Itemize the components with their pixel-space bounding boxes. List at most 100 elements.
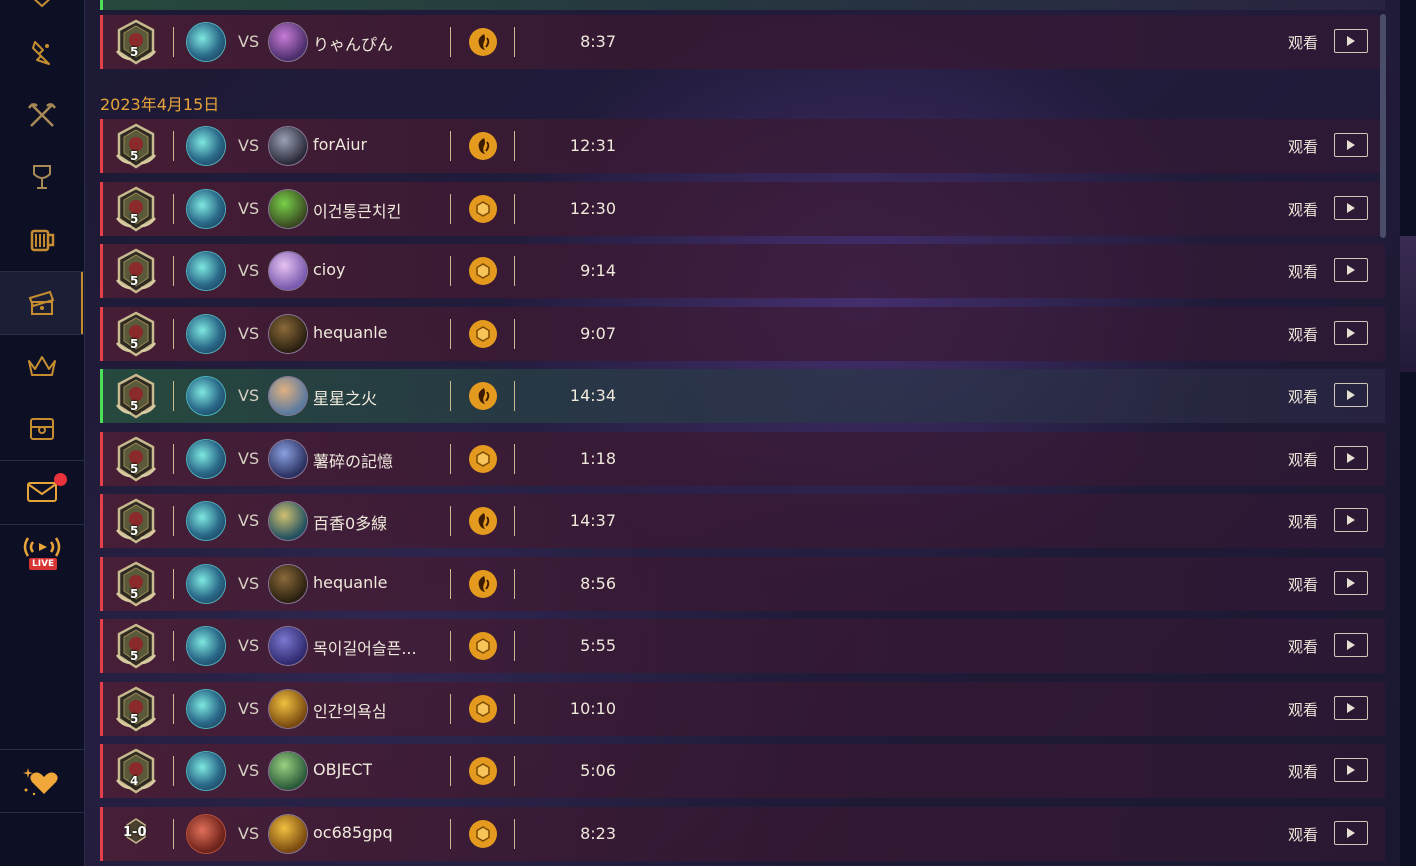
play-button[interactable] <box>1334 821 1368 845</box>
match-duration: 10:10 <box>569 699 616 718</box>
opponent-hero-avatar <box>269 627 307 665</box>
watch-button[interactable]: 观看 <box>1288 386 1318 407</box>
match-row[interactable]: 5 VS 薯碎の記憶 1:18 观看 <box>100 432 1385 486</box>
divider <box>514 631 515 661</box>
watch-button[interactable]: 观看 <box>1288 324 1318 345</box>
replay-ticket-icon <box>28 290 54 315</box>
watch-button[interactable]: 观看 <box>1288 199 1318 220</box>
play-button[interactable] <box>1334 196 1368 220</box>
divider <box>514 194 515 224</box>
play-icon <box>1347 265 1355 275</box>
play-button[interactable] <box>1334 446 1368 470</box>
opponent-name: OBJECT <box>313 760 373 779</box>
divider <box>173 27 174 57</box>
game-mode-badge <box>469 632 497 660</box>
match-row[interactable]: 4 VS OBJECT 5:06 观看 <box>100 744 1385 798</box>
watch-button[interactable]: 观看 <box>1288 511 1318 532</box>
standard-mode-icon <box>476 763 490 779</box>
sidebar-item-live[interactable]: LIVE <box>0 518 83 580</box>
opponent-name: 인간의욕심 <box>313 702 387 721</box>
watch-button[interactable]: 观看 <box>1288 761 1318 782</box>
divider <box>173 819 174 849</box>
match-row[interactable]: 5 VS hequanle 8:56 观看 <box>100 557 1385 611</box>
divider <box>450 631 451 661</box>
sidebar-item-arena[interactable] <box>0 146 83 208</box>
match-duration: 9:07 <box>580 324 616 343</box>
sidebar-item-leaderboard[interactable] <box>0 335 83 397</box>
play-icon <box>1347 640 1355 650</box>
watch-button[interactable]: 观看 <box>1288 699 1318 720</box>
partial-row <box>100 0 1385 10</box>
play-button[interactable] <box>1334 571 1368 595</box>
game-mode-badge <box>469 382 497 410</box>
sidebar-item-replays[interactable] <box>0 272 83 334</box>
vs-label: VS <box>238 449 260 468</box>
replay-list: 5 VS りゃんぴん 8:37 观看 2023年4月15日 5 VS forAiur 12:3… <box>100 0 1385 866</box>
wild-mode-icon <box>478 513 490 529</box>
watch-button[interactable]: 观看 <box>1288 574 1318 595</box>
match-row[interactable]: 1-0 VS oc685gpq 8:23 观看 <box>100 807 1385 861</box>
play-button[interactable] <box>1334 758 1368 782</box>
match-row[interactable]: 5 VS forAiur 12:31 观看 <box>100 119 1385 173</box>
wild-mode-icon <box>478 138 490 154</box>
divider <box>173 194 174 224</box>
vs-label: VS <box>238 574 260 593</box>
divider <box>514 506 515 536</box>
play-button[interactable] <box>1334 258 1368 282</box>
opponent-hero-avatar <box>269 565 307 603</box>
match-duration: 8:37 <box>580 32 616 51</box>
vs-label: VS <box>238 761 260 780</box>
divider <box>450 569 451 599</box>
match-row[interactable]: 5 VS 이건통큰치킨 12:30 观看 <box>100 182 1385 236</box>
play-button[interactable] <box>1334 696 1368 720</box>
watch-button[interactable]: 观看 <box>1288 261 1318 282</box>
sidebar-item-rank[interactable] <box>0 0 83 22</box>
opponent-hero-avatar <box>269 190 307 228</box>
opponent-name: 이건통큰치킨 <box>313 202 402 221</box>
sidebar-item-rewards[interactable] <box>0 397 83 459</box>
play-button[interactable] <box>1334 321 1368 345</box>
watch-button[interactable]: 观看 <box>1288 32 1318 53</box>
rank-number: 5 <box>130 212 139 226</box>
play-button[interactable] <box>1334 133 1368 157</box>
game-mode-badge <box>469 445 497 473</box>
divider <box>514 131 515 161</box>
watch-button[interactable]: 观看 <box>1288 136 1318 157</box>
match-row[interactable]: 5 VS 인간의욕심 10:10 观看 <box>100 682 1385 736</box>
right-panel-thumb[interactable] <box>1400 236 1416 372</box>
match-row[interactable]: 5 VS 百香0多線 14:37 观看 <box>100 494 1385 548</box>
play-button[interactable] <box>1334 633 1368 657</box>
sidebar-item-favorites[interactable] <box>0 750 83 812</box>
watch-button[interactable]: 观看 <box>1288 636 1318 657</box>
vs-label: VS <box>238 636 260 655</box>
sidebar-item-phoenix[interactable] <box>0 22 83 84</box>
match-row[interactable]: 5 VS cioy 9:14 观看 <box>100 244 1385 298</box>
play-button[interactable] <box>1334 29 1368 53</box>
rank-number: 5 <box>130 337 139 351</box>
game-mode-badge <box>469 695 497 723</box>
player-hero-avatar <box>187 502 225 540</box>
match-row[interactable]: 5 VS hequanle 9:07 观看 <box>100 307 1385 361</box>
player-hero-avatar <box>187 252 225 290</box>
match-row[interactable]: 5 VS 星星之火 14:34 观看 <box>100 369 1385 423</box>
sidebar-item-battlegrounds[interactable] <box>0 84 83 146</box>
sidebar-item-tavern[interactable] <box>0 208 83 270</box>
watch-button[interactable]: 观看 <box>1288 824 1318 845</box>
match-duration: 12:30 <box>569 199 616 218</box>
match-duration: 8:56 <box>580 574 616 593</box>
play-button[interactable] <box>1334 383 1368 407</box>
opponent-name: りゃんぴん <box>313 35 394 54</box>
watch-button[interactable]: 观看 <box>1288 449 1318 470</box>
divider <box>173 444 174 474</box>
scrollbar-thumb[interactable] <box>1380 14 1386 238</box>
game-mode-badge <box>469 757 497 785</box>
sidebar-item-mail[interactable] <box>0 461 83 523</box>
match-row[interactable]: 5 VS りゃんぴん 8:37 观看 <box>100 15 1385 69</box>
play-button[interactable] <box>1334 508 1368 532</box>
player-hero-avatar <box>187 690 225 728</box>
rank-number: 5 <box>130 399 139 413</box>
play-icon <box>1347 703 1355 713</box>
match-row[interactable]: 5 VS 목이길어슬픈... 5:55 观看 <box>100 619 1385 673</box>
notification-dot <box>54 473 67 486</box>
player-hero-avatar <box>187 627 225 665</box>
